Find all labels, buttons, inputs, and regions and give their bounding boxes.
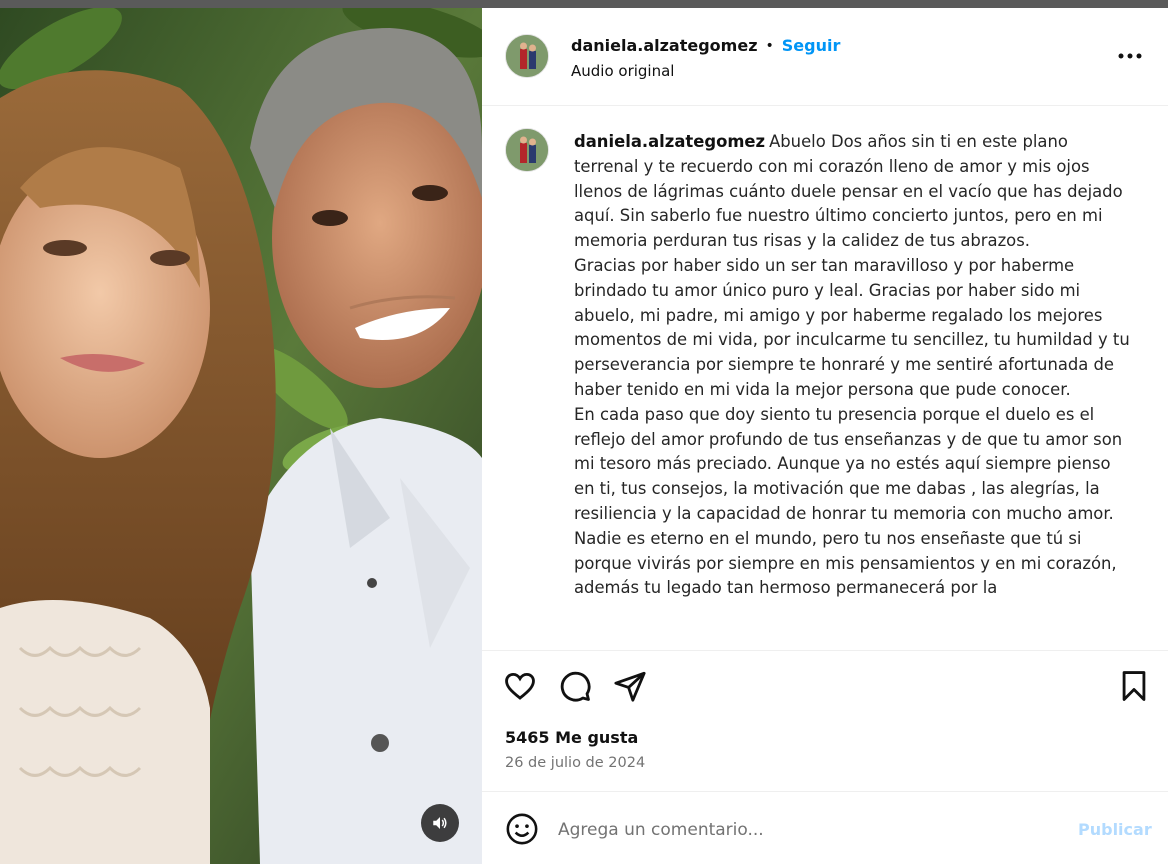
action-bar: 5465 Me gusta 26 de julio de 2024 bbox=[482, 650, 1168, 791]
comment-icon[interactable] bbox=[558, 669, 592, 703]
post-details-panel: daniela.alzategomez • Seguir Audio origi… bbox=[482, 8, 1168, 864]
post-media[interactable] bbox=[0, 8, 482, 864]
separator-dot: • bbox=[765, 37, 774, 54]
avatar[interactable] bbox=[505, 34, 549, 78]
comment-composer: Publicar bbox=[482, 791, 1168, 864]
username-link[interactable]: daniela.alzategomez bbox=[571, 36, 758, 55]
header-title-row: daniela.alzategomez • Seguir bbox=[571, 36, 840, 55]
audio-link[interactable]: Audio original bbox=[571, 62, 674, 80]
likes-count[interactable]: 5465 Me gusta bbox=[505, 728, 638, 747]
heart-icon[interactable] bbox=[503, 669, 537, 703]
post-date: 26 de julio de 2024 bbox=[505, 755, 646, 771]
avatar-image bbox=[506, 35, 548, 77]
caption-section: daniela.alzategomez Abuelo Dos años sin t… bbox=[482, 106, 1168, 650]
window-top-bar bbox=[0, 0, 1168, 8]
share-icon[interactable] bbox=[613, 669, 647, 703]
bookmark-icon[interactable] bbox=[1117, 669, 1151, 703]
caption-username-link[interactable]: daniela.alzategomez bbox=[574, 132, 765, 151]
post-photo bbox=[0, 8, 482, 864]
post-header: daniela.alzategomez • Seguir Audio origi… bbox=[482, 8, 1168, 106]
follow-button[interactable]: Seguir bbox=[782, 36, 841, 55]
speaker-icon bbox=[433, 817, 447, 829]
caption-avatar[interactable] bbox=[505, 128, 549, 172]
avatar-image bbox=[506, 129, 548, 171]
publish-button[interactable]: Publicar bbox=[1078, 820, 1152, 839]
emoji-icon[interactable] bbox=[505, 812, 539, 846]
more-options-icon[interactable] bbox=[1116, 44, 1144, 68]
comment-input[interactable] bbox=[558, 816, 1058, 844]
caption-text: Abuelo Dos años sin ti en este plano ter… bbox=[574, 132, 1130, 598]
mute-button[interactable] bbox=[421, 804, 459, 842]
caption-text-block: daniela.alzategomez Abuelo Dos años sin t… bbox=[574, 130, 1134, 601]
